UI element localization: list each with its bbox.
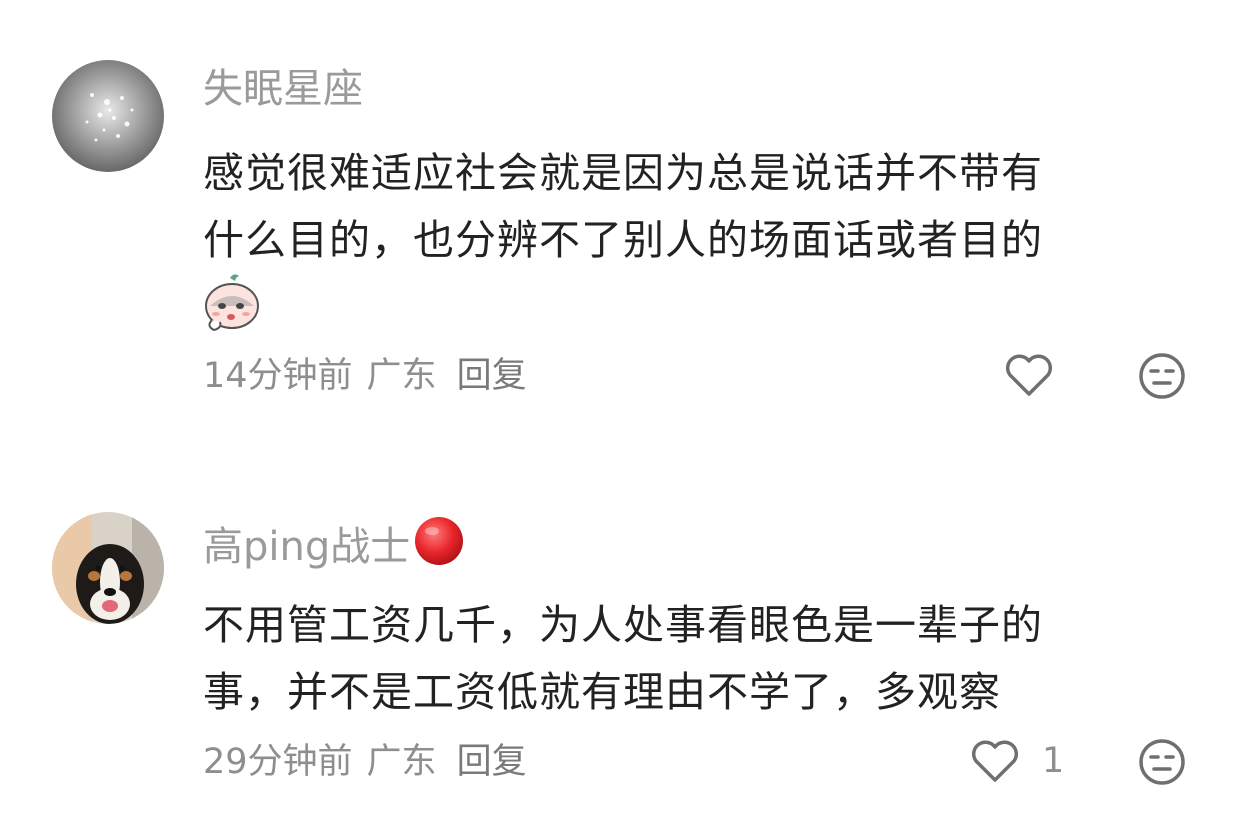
like-button[interactable]: [1004, 352, 1076, 398]
crying-face-sticker-icon: [200, 272, 264, 332]
red-circle-emoji-icon: [414, 516, 464, 566]
comment-location: 广东: [366, 356, 437, 396]
user-avatar[interactable]: [52, 60, 164, 172]
heart-icon: [1005, 354, 1053, 396]
comment-line: 事，并不是工资低就有理由不学了，多观察: [203, 668, 1001, 716]
username-text: 失眠星座: [203, 66, 363, 112]
like-count: 1: [1042, 741, 1065, 781]
comment-location: 广东: [366, 742, 437, 782]
comment-text: 感觉很难适应社会就是因为总是说话并不带有 什么目的，也分辨不了别人的场面话或者目…: [203, 140, 1203, 274]
unamused-face-icon: [1139, 353, 1185, 399]
water-sparkle-avatar-icon: [52, 60, 164, 172]
comment-meta: 29分钟前 广东 回复: [203, 740, 541, 784]
dog-avatar-icon: [52, 512, 164, 624]
reply-button[interactable]: 回复: [457, 356, 527, 396]
comment-line: 不用管工资几千，为人处事看眼色是一辈子的: [203, 601, 1043, 649]
like-button[interactable]: 1: [970, 738, 1064, 784]
reply-button[interactable]: 回复: [457, 742, 527, 782]
comment-meta: 14分钟前 广东 回复: [203, 354, 541, 398]
dislike-button[interactable]: [1137, 351, 1187, 401]
heart-icon: [971, 740, 1019, 782]
username[interactable]: 失眠星座: [203, 64, 363, 114]
unamused-face-icon: [1139, 739, 1185, 785]
comment-line: 感觉很难适应社会就是因为总是说话并不带有: [203, 149, 1043, 197]
user-avatar[interactable]: [52, 512, 164, 624]
username-text: 高ping战士: [203, 524, 411, 570]
comment-line: 什么目的，也分辨不了别人的场面话或者目的: [203, 216, 1043, 264]
comment-time: 14分钟前: [203, 356, 353, 396]
comment-text: 不用管工资几千，为人处事看眼色是一辈子的 事，并不是工资低就有理由不学了，多观察: [203, 592, 1203, 726]
dislike-button[interactable]: [1137, 737, 1187, 787]
username[interactable]: 高ping战士: [203, 516, 464, 572]
comment-time: 29分钟前: [203, 742, 353, 782]
